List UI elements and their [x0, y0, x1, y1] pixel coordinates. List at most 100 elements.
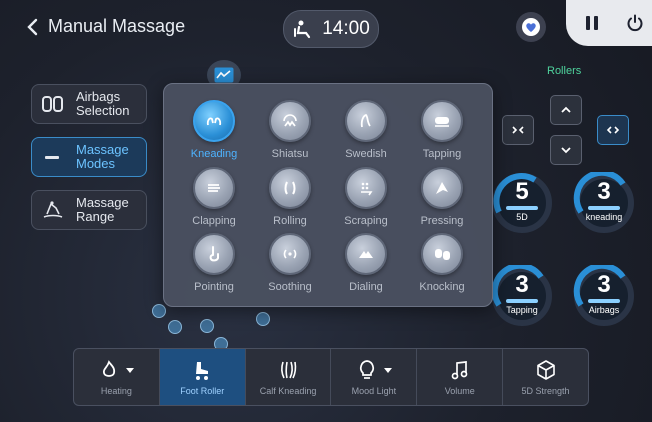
calf-kneading-icon	[281, 361, 297, 379]
cube-icon	[536, 360, 555, 380]
manual-massage-screen: Manual Massage 14:00 Airbags Selection Ma…	[0, 0, 652, 422]
gauge-value: 3	[597, 178, 611, 205]
mode-label: Scraping	[344, 215, 388, 227]
foot-roller-icon	[196, 362, 209, 380]
pause-button[interactable]	[580, 11, 604, 35]
roller-up-button[interactable]	[550, 95, 582, 125]
arrows-outward-icon	[606, 126, 620, 134]
gauge-airbags[interactable]: 3 Airbags	[573, 265, 635, 327]
recline-person-icon	[294, 20, 311, 39]
mode-label: Tapping	[422, 148, 462, 160]
mode-label: Pressing	[420, 215, 464, 227]
deco-dot	[200, 319, 214, 333]
mode-dialing[interactable]: Dialing	[329, 233, 403, 293]
mode-pressing[interactable]: Pressing	[405, 167, 479, 227]
control-panel	[566, 0, 652, 46]
body-range-icon	[40, 199, 66, 221]
timer-pill[interactable]: 14:00	[283, 10, 379, 48]
mode-tapping[interactable]: Tapping	[405, 100, 479, 160]
mode-label: Rolling	[273, 215, 307, 227]
music-note-icon	[451, 361, 468, 380]
chevron-down-icon	[561, 147, 571, 154]
chevron-left-icon	[27, 18, 38, 35]
volume-button[interactable]: Volume	[417, 349, 504, 405]
gauge-bar	[588, 206, 620, 210]
power-button[interactable]	[623, 11, 647, 35]
bottom-item-label: Mood Light	[351, 386, 397, 396]
airbag-icon	[40, 93, 66, 115]
gauge-tapping[interactable]: 3 Tapping	[491, 265, 553, 327]
roller-wide-button[interactable]	[597, 115, 629, 145]
mode-swedish[interactable]: Swedish	[329, 100, 403, 160]
bottom-item-label: Calf Kneading	[259, 386, 317, 396]
heart-icon	[522, 18, 540, 36]
back-button[interactable]: Manual Massage	[26, 16, 185, 37]
deco-dot	[168, 320, 182, 334]
gauge-bar	[588, 299, 620, 303]
power-icon	[627, 14, 642, 32]
sidebar-item-airbags-selection[interactable]: Airbags Selection	[31, 84, 147, 124]
shiatsu-icon	[269, 100, 311, 142]
gauge-value: 5	[515, 178, 529, 205]
swedish-icon	[345, 100, 387, 142]
mode-label: Pointing	[194, 281, 234, 293]
minus-icon	[40, 146, 66, 168]
strength-5d-button[interactable]: 5D Strength	[503, 349, 588, 405]
gauge-kneading[interactable]: 3 kneading	[573, 172, 635, 234]
mode-rolling[interactable]: Rolling	[253, 167, 327, 227]
arrows-inward-icon	[512, 126, 524, 134]
roller-narrow-button[interactable]	[502, 115, 534, 145]
gauge-label: Airbags	[588, 305, 620, 315]
knocking-icon	[421, 233, 463, 275]
bulb-icon	[359, 360, 374, 379]
flame-icon	[103, 360, 116, 377]
dialing-icon	[345, 233, 387, 275]
gauge-label: 5D	[516, 212, 528, 222]
bottom-item-label: Volume	[444, 386, 475, 396]
tapping-icon	[421, 100, 463, 142]
gauge-bar	[506, 299, 538, 303]
mode-knocking[interactable]: Knocking	[405, 233, 479, 293]
mode-pointing[interactable]: Pointing	[177, 233, 251, 293]
gauge-5d[interactable]: 5 5D	[491, 172, 553, 234]
calf-kneading-button[interactable]: Calf Kneading	[246, 349, 332, 405]
bottom-function-bar: Heating Foot Roller Calf Kneading Mood L…	[73, 348, 589, 406]
chevron-up-icon	[561, 106, 571, 113]
timer-text: 14:00	[322, 18, 370, 39]
mode-label: Soothing	[268, 281, 312, 293]
mood-light-button[interactable]: Mood Light	[331, 349, 418, 405]
gauge-value: 3	[515, 271, 529, 298]
sidebar-item-massage-range[interactable]: Massage Range	[31, 190, 147, 230]
roller-down-button[interactable]	[550, 135, 582, 165]
mode-clapping[interactable]: Clapping	[177, 167, 251, 227]
pointing-icon	[193, 233, 235, 275]
rolling-icon	[269, 167, 311, 209]
favorite-button[interactable]	[516, 12, 546, 42]
gauge-value: 3	[597, 271, 611, 298]
rollers-label: Rollers	[547, 65, 582, 77]
mode-label: Knocking	[419, 281, 465, 293]
mode-soothing[interactable]: Soothing	[253, 233, 327, 293]
gauge-label: Tapping	[506, 305, 538, 315]
heating-button[interactable]: Heating	[74, 349, 160, 405]
sidebar-item-massage-modes[interactable]: Massage Modes	[31, 137, 147, 177]
mode-shiatsu[interactable]: Shiatsu	[253, 100, 327, 160]
sidebar-item-label: Airbags Selection	[76, 89, 130, 118]
mode-label: Shiatsu	[271, 148, 309, 160]
sidebar-item-label: Massage Modes	[76, 142, 129, 171]
deco-dot	[256, 312, 270, 326]
kneading-icon	[193, 100, 235, 142]
soothing-icon	[269, 233, 311, 275]
mode-scraping[interactable]: Scraping	[329, 167, 403, 227]
foot-roller-button[interactable]: Foot Roller	[159, 349, 246, 405]
mode-label: Kneading	[190, 148, 238, 160]
bottom-item-label: 5D Strength	[521, 386, 570, 396]
pressing-icon	[421, 167, 463, 209]
scraping-icon	[345, 167, 387, 209]
mode-label: Dialing	[349, 281, 383, 293]
clapping-icon	[193, 167, 235, 209]
pause-icon	[585, 16, 598, 30]
mode-label: Swedish	[345, 148, 387, 160]
mode-kneading[interactable]: Kneading	[177, 100, 251, 160]
page-title: Manual Massage	[48, 16, 186, 36]
